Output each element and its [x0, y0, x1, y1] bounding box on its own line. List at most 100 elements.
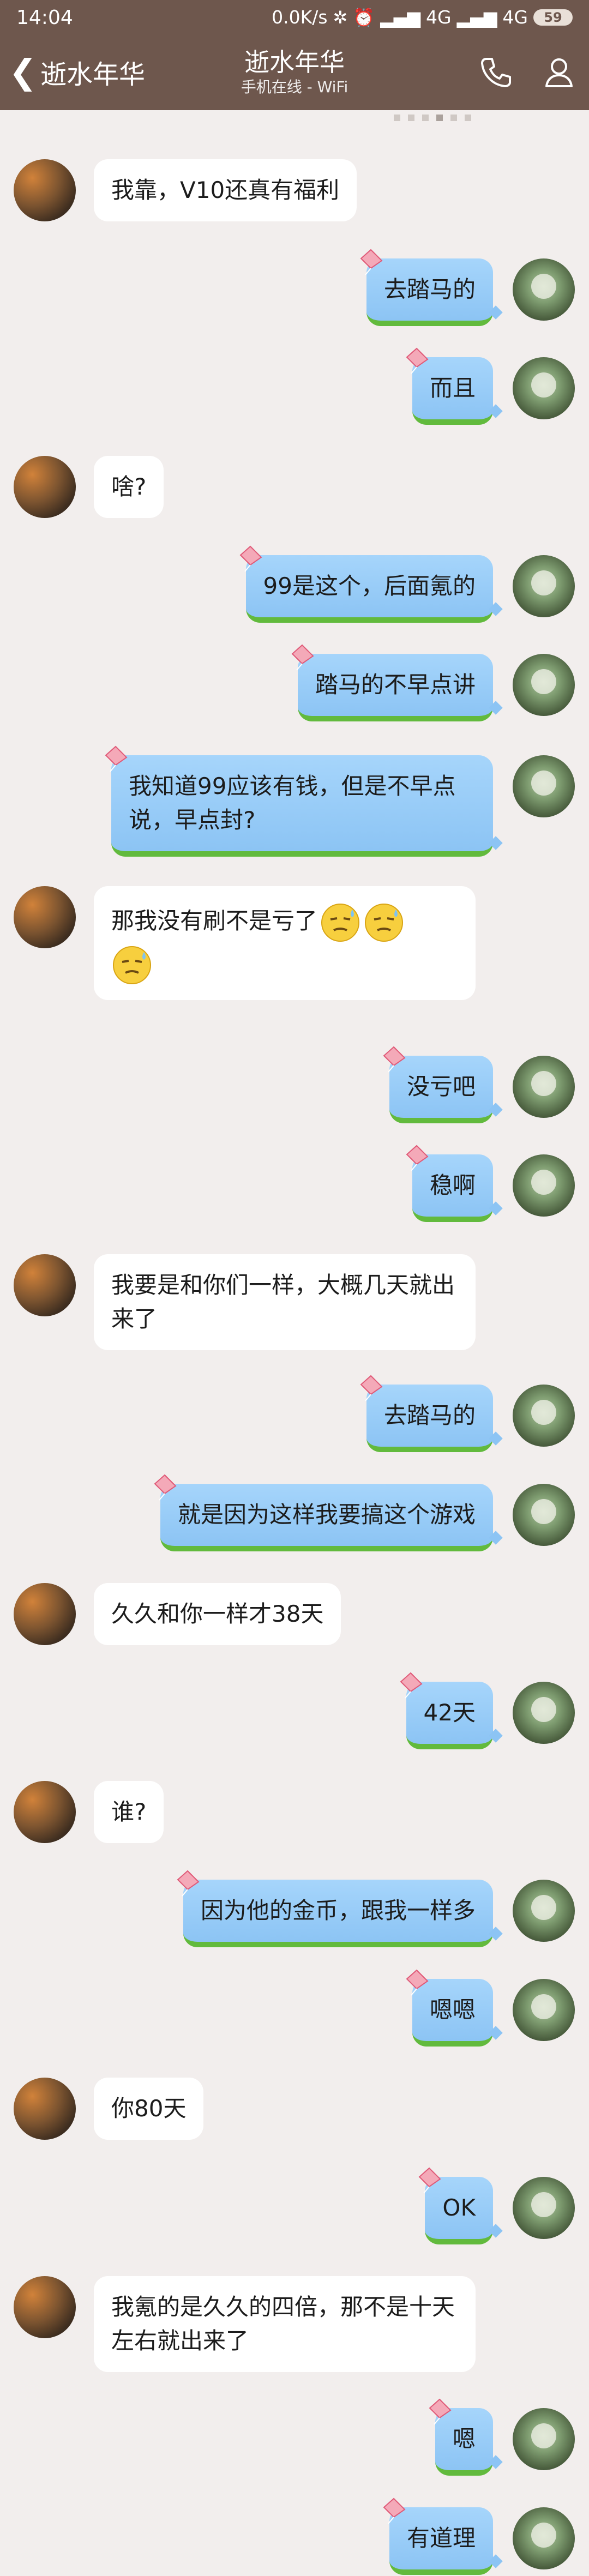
message-bubble[interactable]: 去踏马的: [360, 1375, 493, 1452]
avatar[interactable]: [513, 2177, 575, 2239]
message-bubble[interactable]: 我知道99应该有钱，但是不早点说，早点封?: [105, 745, 493, 857]
kite-icon: [105, 745, 128, 772]
message-text: 就是因为这样我要搞这个游戏: [177, 1501, 476, 1528]
sweat-emoji-icon: [365, 903, 404, 942]
message-bubble[interactable]: 久久和你一样才38天: [94, 1583, 341, 1645]
avatar[interactable]: [513, 357, 575, 419]
message-text: 去踏马的: [383, 276, 476, 303]
message-text: 谁?: [111, 1798, 147, 1825]
message-bubble[interactable]: OK: [418, 2167, 493, 2244]
avatar[interactable]: [513, 258, 575, 321]
kite-icon: [406, 347, 429, 374]
chevron-left-icon: ❮: [9, 52, 37, 92]
kite-icon: [360, 249, 383, 275]
page-dot: [408, 115, 414, 121]
message-bubble[interactable]: 谁?: [94, 1781, 164, 1843]
sweat-emoji-icon: [113, 946, 151, 984]
chat-title-block[interactable]: 逝水年华 手机在线 - WiFi: [164, 47, 425, 97]
avatar[interactable]: [513, 555, 575, 617]
message-text: 我氪的是久久的四倍，那不是十天左右就出来了: [111, 2294, 455, 2354]
message-text: 因为他的金币，跟我一样多: [200, 1897, 476, 1924]
status-bar: 14:04 0.0K/s ✲ ⏰ ▂▄▆ 4G ▂▄▆ 4G 59: [0, 0, 589, 38]
chat-title: 逝水年华: [244, 47, 345, 77]
message-bubble[interactable]: 42天: [400, 1672, 493, 1749]
message-bubble[interactable]: 踏马的不早点讲: [291, 644, 493, 721]
message-bubble[interactable]: 你80天: [94, 2078, 204, 2140]
message-text: 我要是和你们一样，大概几天就出来了: [111, 1272, 455, 1332]
kite-icon: [406, 1145, 429, 1171]
avatar[interactable]: [513, 1056, 575, 1118]
avatar[interactable]: [513, 2408, 575, 2470]
avatar[interactable]: [513, 1682, 575, 1744]
network-type-1: 4G: [426, 7, 452, 28]
avatar[interactable]: [14, 456, 76, 518]
battery-icon: 59: [533, 9, 573, 26]
avatar[interactable]: [513, 1484, 575, 1546]
message-bubble[interactable]: 99是这个，后面氪的: [239, 545, 493, 623]
avatar[interactable]: [513, 2507, 575, 2569]
network-speed: 0.0K/s: [272, 7, 328, 28]
avatar[interactable]: [14, 159, 76, 221]
avatar[interactable]: [513, 1979, 575, 2041]
profile-icon[interactable]: [540, 53, 578, 92]
chat-header: 14:04 0.0K/s ✲ ⏰ ▂▄▆ 4G ▂▄▆ 4G 59 ❮ 逝水年华…: [0, 0, 589, 110]
page-dot: [422, 115, 429, 121]
back-label: 逝水年华: [40, 59, 145, 90]
avatar[interactable]: [14, 886, 76, 948]
avatar[interactable]: [513, 1385, 575, 1447]
avatar[interactable]: [14, 1254, 76, 1316]
avatar[interactable]: [14, 2276, 76, 2338]
message-text: 稳啊: [429, 1172, 476, 1199]
avatar[interactable]: [513, 654, 575, 716]
message-bubble[interactable]: 稳啊: [406, 1145, 493, 1222]
message-bubble[interactable]: 有道理: [383, 2497, 493, 2575]
avatar[interactable]: [513, 1154, 575, 1217]
kite-icon: [154, 1474, 177, 1501]
message-bubble[interactable]: 而且: [406, 347, 493, 425]
sweat-emoji-icon: [321, 903, 360, 942]
kite-icon: [383, 2497, 406, 2524]
phone-icon[interactable]: [477, 53, 515, 92]
page-dot: [436, 115, 443, 121]
message-bubble[interactable]: 啥?: [94, 456, 164, 518]
message-bubble[interactable]: 因为他的金币，跟我一样多: [177, 1870, 493, 1947]
message-bubble[interactable]: 没亏吧: [383, 1046, 493, 1123]
message-text: 有道理: [406, 2525, 476, 2551]
alarm-icon: ⏰: [353, 7, 375, 28]
kite-icon: [177, 1870, 200, 1897]
message-bubble[interactable]: 去踏马的: [360, 249, 493, 326]
page-dot: [450, 115, 457, 121]
message-text: 我知道99应该有钱，但是不早点说，早点封?: [129, 773, 456, 833]
back-button[interactable]: ❮ 逝水年华: [9, 50, 145, 94]
message-text: 你80天: [111, 2095, 187, 2122]
avatar[interactable]: [14, 1781, 76, 1843]
kite-icon: [291, 644, 314, 671]
message-bubble[interactable]: 那我没有刷不是亏了: [94, 886, 476, 1000]
message-bubble[interactable]: 我要是和你们一样，大概几天就出来了: [94, 1254, 476, 1350]
signal-icon-2: ▂▄▆: [456, 7, 497, 28]
kite-icon: [406, 1969, 429, 1996]
page-indicator: [394, 115, 471, 122]
chat-subtitle: 手机在线 - WiFi: [241, 78, 348, 96]
message-bubble[interactable]: 我靠，V10还真有福利: [94, 159, 357, 221]
avatar[interactable]: [513, 755, 575, 817]
message-text: 我靠，V10还真有福利: [111, 177, 340, 203]
message-text: OK: [442, 2194, 476, 2221]
kite-icon: [239, 545, 262, 572]
kite-icon: [418, 2167, 441, 2194]
message-text: 嗯嗯: [429, 1996, 476, 2023]
message-bubble[interactable]: 我氪的是久久的四倍，那不是十天左右就出来了: [94, 2276, 476, 2372]
bluetooth-off-icon: ✲: [333, 7, 348, 28]
message-text: 那我没有刷不是亏了: [111, 907, 318, 934]
message-bubble[interactable]: 嗯: [429, 2398, 493, 2476]
kite-icon: [400, 1672, 423, 1699]
avatar[interactable]: [513, 1880, 575, 1942]
message-text: 啥?: [111, 473, 147, 500]
avatar[interactable]: [14, 1583, 76, 1645]
message-bubble[interactable]: 嗯嗯: [406, 1969, 493, 2047]
message-text: 久久和你一样才38天: [111, 1600, 324, 1627]
message-bubble[interactable]: 就是因为这样我要搞这个游戏: [154, 1474, 493, 1551]
message-text: 嗯: [452, 2425, 476, 2452]
network-type-2: 4G: [502, 7, 528, 28]
avatar[interactable]: [14, 2078, 76, 2140]
